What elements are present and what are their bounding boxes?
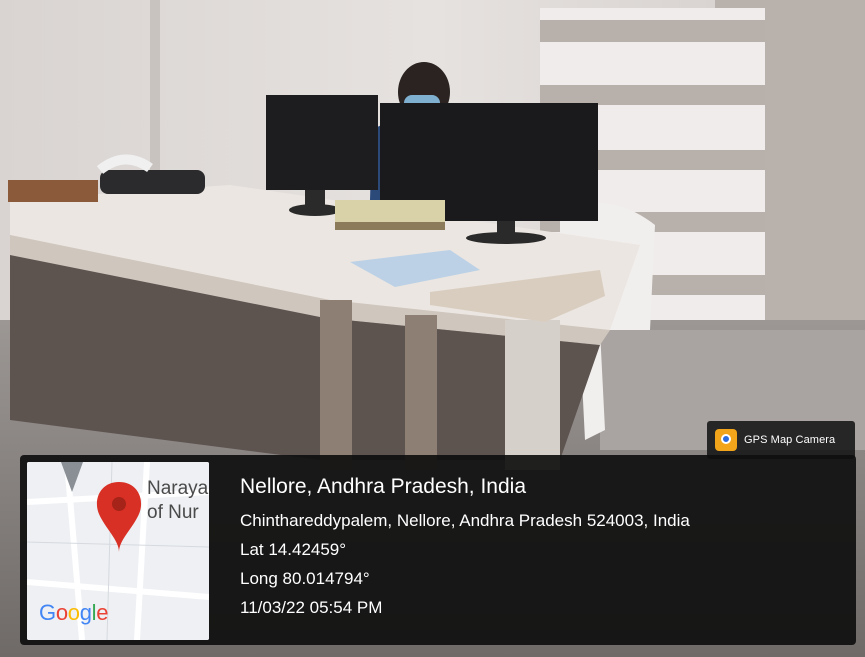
location-city: Nellore, Andhra Pradesh, India <box>240 475 527 498</box>
map-thumbnail: Naraya of Nur Google <box>27 462 209 640</box>
gps-map-camera-logo-icon <box>715 429 737 451</box>
gps-badge-label: GPS Map Camera <box>744 434 836 446</box>
location-address: Chinthareddypalem, Nellore, Andhra Prade… <box>240 511 690 530</box>
map-poi-label-line1: Naraya <box>147 478 209 499</box>
gps-map-camera-badge: GPS Map Camera <box>707 421 855 459</box>
google-logo: Google <box>39 600 109 625</box>
location-datetime: 11/03/22 05:54 PM <box>240 598 383 617</box>
location-latitude: Lat 14.42459° <box>240 540 347 559</box>
location-longitude: Long 80.014794° <box>240 569 370 588</box>
location-details: Nellore, Andhra Pradesh, India Chinthare… <box>240 472 690 622</box>
map-poi-label-line2: of Nur <box>147 502 199 523</box>
